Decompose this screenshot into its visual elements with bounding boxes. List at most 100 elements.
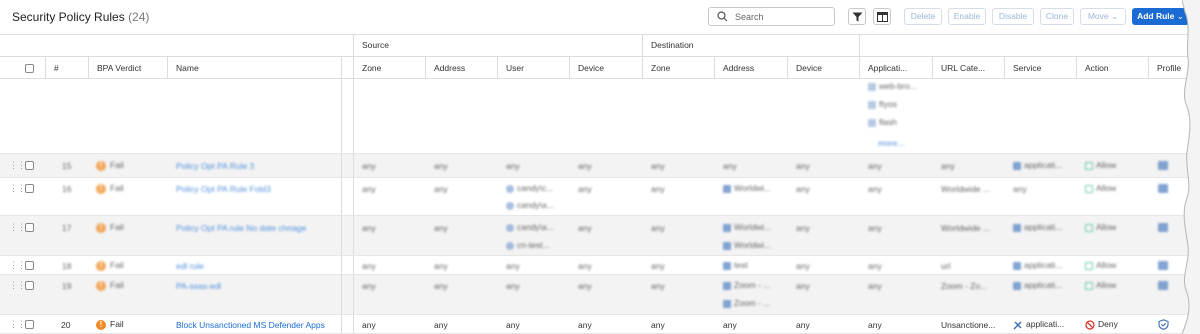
row-checkbox[interactable] xyxy=(25,223,34,233)
divider xyxy=(353,275,354,314)
row-checkbox[interactable] xyxy=(25,320,34,330)
drag-handle-icon[interactable]: ⋮⋮ xyxy=(9,183,26,194)
application: any xyxy=(868,223,882,233)
monitor-icon xyxy=(723,223,731,232)
col-source-user[interactable]: User xyxy=(497,57,569,78)
col-name[interactable]: Name xyxy=(167,57,341,78)
action-value: Allow xyxy=(1096,260,1117,270)
profile-icon[interactable] xyxy=(1158,280,1171,291)
rule-name-link[interactable]: PA-ssas-edl xyxy=(176,281,221,291)
destination-address: Worldwi... xyxy=(723,183,771,193)
move-button[interactable]: Move ⌄ xyxy=(1080,8,1126,25)
destination-address-value: Zoom - ... xyxy=(734,280,771,290)
filter-button[interactable] xyxy=(848,8,866,25)
col-destination-address[interactable]: Address xyxy=(714,57,787,78)
shield-icon xyxy=(1158,281,1168,291)
row-checkbox[interactable] xyxy=(25,161,34,171)
source-zone: any xyxy=(362,320,376,330)
drag-handle-icon[interactable]: ⋮⋮ xyxy=(9,160,26,171)
row-checkbox[interactable] xyxy=(25,261,34,271)
enable-button[interactable]: Enable xyxy=(948,8,986,25)
columns-button[interactable] xyxy=(873,8,891,25)
source-zone: any xyxy=(362,281,376,291)
disable-button[interactable]: Disable xyxy=(992,8,1034,25)
service-value: applicati... xyxy=(1026,319,1065,329)
tools-icon xyxy=(1013,321,1022,330)
select-all-checkbox[interactable] xyxy=(25,64,34,74)
profile-icon[interactable] xyxy=(1158,183,1171,194)
table-row[interactable]: ⋮⋮ 19 ! Fail PA-ssas-edl any any any any … xyxy=(0,275,1188,315)
warning-icon: ! xyxy=(96,222,106,233)
row-checkbox[interactable] xyxy=(25,184,34,194)
divider xyxy=(353,315,354,333)
destination-address: Zoom - ... xyxy=(723,298,770,308)
profile-icon[interactable] xyxy=(1158,160,1171,171)
more-link[interactable]: more... xyxy=(878,138,904,148)
rule-name-link[interactable]: Block Unsanctioned MS Defender Apps xyxy=(176,320,325,330)
add-rule-button[interactable]: Add Rule ⌄ xyxy=(1132,8,1188,25)
col-service[interactable]: Service xyxy=(1004,57,1076,78)
col-application[interactable]: Applicati... xyxy=(859,57,932,78)
col-source-address[interactable]: Address xyxy=(425,57,497,78)
source-zone: any xyxy=(362,184,376,194)
drag-handle-icon[interactable]: ⋮⋮ xyxy=(9,260,26,271)
col-destination-zone[interactable]: Zone xyxy=(642,57,714,78)
delete-button[interactable]: Delete xyxy=(904,8,942,25)
action: Allow xyxy=(1085,280,1116,290)
search-input[interactable] xyxy=(735,10,830,23)
drag-handle-icon[interactable]: ⋮⋮ xyxy=(9,280,26,291)
divider xyxy=(341,178,342,215)
drag-handle-icon[interactable]: ⋮⋮ xyxy=(9,222,26,233)
col-source-zone[interactable]: Zone xyxy=(353,57,425,78)
profile-icon[interactable] xyxy=(1158,222,1171,233)
rule-name-link[interactable]: Policy Opt PA Rule 3 xyxy=(176,161,254,171)
user-icon xyxy=(506,201,514,210)
source-user-value: candy\a... xyxy=(517,222,554,232)
action-value: Deny xyxy=(1098,319,1118,329)
table-row[interactable]: ⋮⋮ 18 ! Fail edl rule any any any any any… xyxy=(0,256,1188,275)
table-row-continuation: web-bro... ftyos flash more... xyxy=(0,79,1188,154)
column-group-header: Source Destination xyxy=(0,34,1188,57)
table-row[interactable]: ⋮⋮ 17 ! Fail Policy Opt PA rule No date c… xyxy=(0,216,1188,256)
clone-button[interactable]: Clone xyxy=(1040,8,1074,25)
source-zone: any xyxy=(362,161,376,171)
destination-zone: any xyxy=(651,261,665,271)
col-bpa-verdict[interactable]: BPA Verdict xyxy=(88,57,167,78)
rule-name-link[interactable]: Policy Opt PA Rule Fold3 xyxy=(176,184,271,194)
search-box[interactable] xyxy=(708,7,835,26)
service-value: applicati... xyxy=(1024,260,1063,270)
filter-icon xyxy=(852,12,863,22)
monitor-icon xyxy=(723,241,731,250)
source-device: any xyxy=(578,184,592,194)
destination-address: any xyxy=(723,320,737,330)
col-spacer xyxy=(341,57,353,78)
source-address: any xyxy=(434,223,448,233)
destination-zone: any xyxy=(651,320,665,330)
application-service-icon xyxy=(1013,281,1021,290)
rule-name-link[interactable]: edl rule xyxy=(176,261,204,271)
col-destination-device[interactable]: Device xyxy=(787,57,859,78)
col-number[interactable]: # xyxy=(45,57,88,78)
app-icon xyxy=(868,118,876,127)
monitor-icon xyxy=(723,184,731,193)
list-icon xyxy=(723,261,731,270)
divider xyxy=(859,35,860,56)
row-checkbox[interactable] xyxy=(25,281,34,291)
col-source-device[interactable]: Device xyxy=(569,57,642,78)
bpa-verdict: ! Fail xyxy=(96,183,124,194)
destination-address-value: Worldwi... xyxy=(734,183,772,193)
destination-address: Worldwi... xyxy=(723,240,771,250)
profile-icon[interactable] xyxy=(1158,319,1169,332)
table-row[interactable]: ⋮⋮ 15 ! Fail Policy Opt PA Rule 3 any any… xyxy=(0,154,1188,178)
destination-zone: any xyxy=(651,161,665,171)
rule-name-link[interactable]: Policy Opt PA rule No date chnage xyxy=(176,223,306,233)
col-url-category[interactable]: URL Cate... xyxy=(932,57,1004,78)
profile-icon[interactable] xyxy=(1158,260,1171,271)
table-row[interactable]: ⋮⋮ 16 ! Fail Policy Opt PA Rule Fold3 any… xyxy=(0,178,1188,216)
col-action[interactable]: Action xyxy=(1076,57,1148,78)
source-device: any xyxy=(578,161,592,171)
table-row[interactable]: ⋮⋮ 20 ! Fail Block Unsanctioned MS Defend… xyxy=(0,315,1188,334)
url-category: Worldwide ... xyxy=(941,184,990,194)
destination-device: any xyxy=(796,261,810,271)
drag-handle-icon[interactable]: ⋮⋮ xyxy=(9,319,26,330)
